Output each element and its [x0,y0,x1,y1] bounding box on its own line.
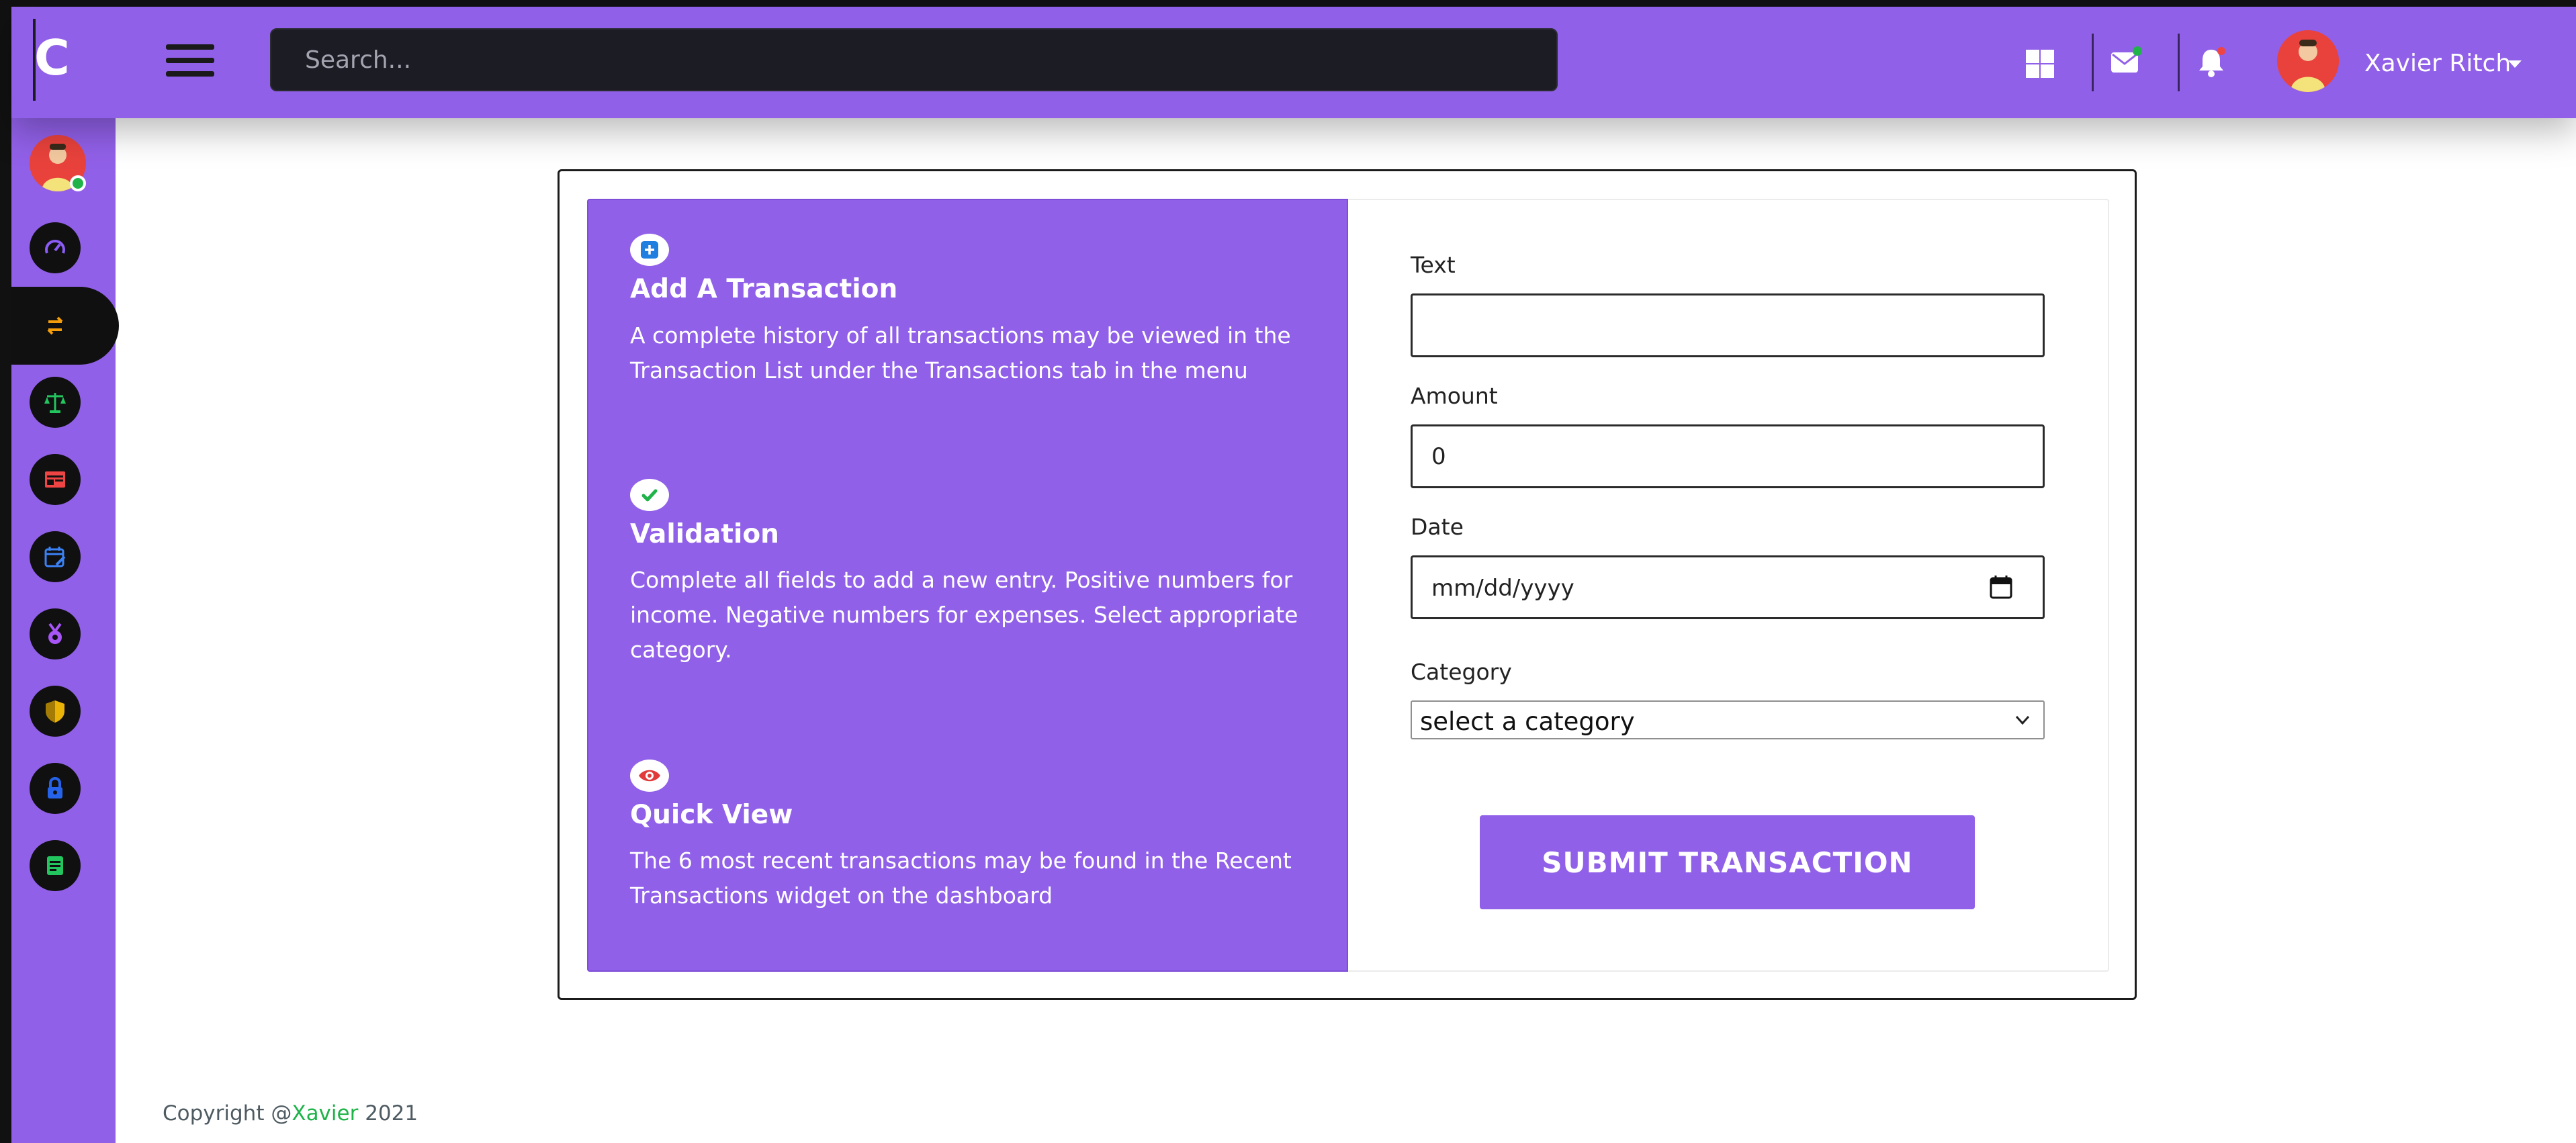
header-divider [2178,34,2180,91]
search-input[interactable] [270,28,1558,91]
category-label: Category [1411,659,1512,685]
feature-title: Quick View [630,800,793,830]
transaction-form: Text Amount Date mm/dd/yyyy Category sel… [1348,199,2109,972]
date-input[interactable]: mm/dd/yyyy [1411,555,2045,619]
balance-icon [44,393,66,413]
plus-square-icon [630,234,669,266]
calendar-icon[interactable] [1989,574,2013,600]
feature-text: A complete history of all transactions m… [630,322,1291,383]
amount-input[interactable] [1411,424,2045,488]
submit-transaction-button[interactable]: SUBMIT TRANSACTION [1480,815,1975,909]
sidebar [11,118,119,1143]
sidebar-item-notes[interactable] [30,840,81,891]
feature-text: The 6 most recent transactions may be fo… [630,848,1292,909]
amount-label: Amount [1411,383,1498,409]
category-select[interactable]: select a category [1411,700,2045,739]
chevron-down-icon[interactable] [2508,60,2522,68]
copyright-year: 2021 [358,1101,418,1126]
user-avatar[interactable] [2277,30,2339,92]
feature-title: Add A Transaction [630,274,898,304]
header-divider [2092,34,2094,91]
top-navbar: C Xavier Ritch [11,7,2576,118]
lock-icon [48,777,62,798]
sidebar-item-transactions[interactable] [11,287,119,365]
feature-text: Complete all fields to add a new entry. … [630,567,1298,663]
budget-icon [45,471,65,488]
eye-icon [630,760,669,792]
shield-icon [46,700,64,723]
category-selected-value: select a category [1420,707,1635,736]
info-panel: Add A Transaction A complete history of … [587,199,1348,972]
grid-icon[interactable] [2022,46,2055,79]
badge-icon [48,623,62,644]
top-frame [0,0,2576,7]
sidebar-item-security[interactable] [30,686,81,737]
online-status-icon [70,175,86,191]
footer-copyright: Copyright @Xavier 2021 [163,1101,418,1126]
user-name[interactable]: Xavier Ritch [2364,50,2511,77]
footer-brand-link[interactable]: Xavier [292,1101,358,1126]
add-transaction-card: Add A Transaction A complete history of … [558,169,2137,1000]
text-input[interactable] [1411,293,2045,357]
feature-title: Validation [630,519,779,549]
sidebar-item-balance[interactable] [30,377,81,428]
text-label: Text [1411,252,1456,278]
chevron-down-icon [2015,715,2030,725]
sidebar-item-calendar[interactable] [30,531,81,582]
app-logo[interactable]: C [34,34,70,82]
mail-icon[interactable] [2108,46,2142,79]
sidebar-item-dashboard[interactable] [30,222,81,273]
date-label: Date [1411,514,1464,540]
date-placeholder: mm/dd/yyyy [1431,575,1574,602]
sidebar-item-budget[interactable] [30,454,81,505]
calendar-icon [44,547,66,567]
menu-icon[interactable] [166,44,214,77]
copyright-prefix: Copyright @ [163,1101,292,1126]
sidebar-item-lock[interactable] [30,763,81,814]
sidebar-avatar[interactable] [30,135,86,191]
dashboard-icon [45,240,65,254]
notes-icon [47,856,63,875]
check-circle-icon [630,479,669,511]
left-frame [0,0,11,1143]
bell-icon[interactable] [2194,46,2228,79]
sidebar-item-badge[interactable] [30,608,81,659]
transactions-icon [47,316,63,335]
